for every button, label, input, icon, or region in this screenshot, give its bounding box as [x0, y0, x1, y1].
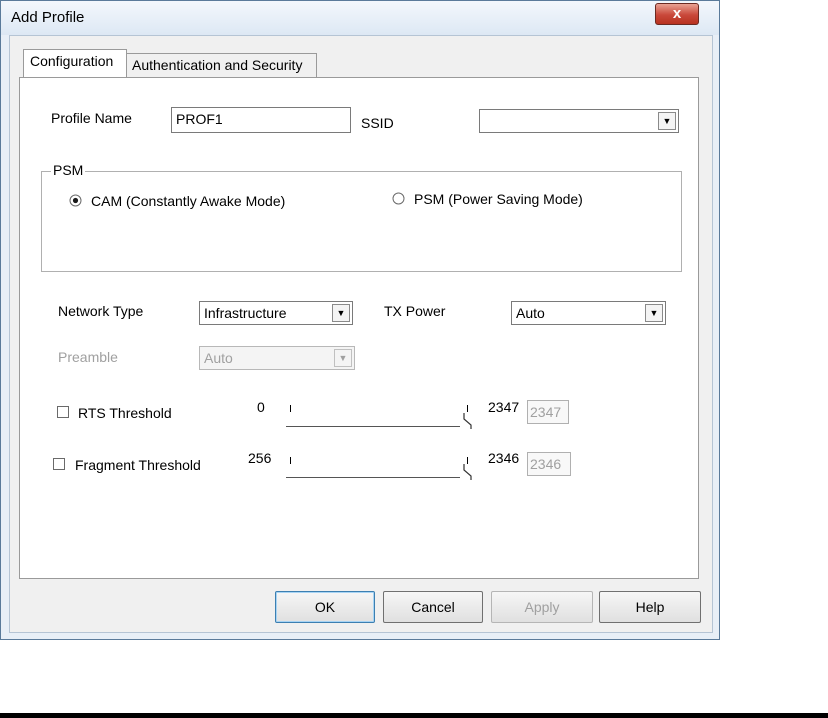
preamble-label: Preamble: [58, 349, 118, 365]
cam-radio-label[interactable]: CAM (Constantly Awake Mode): [91, 193, 285, 209]
psm-radio[interactable]: [392, 192, 405, 205]
fragment-threshold-label[interactable]: Fragment Threshold: [75, 457, 201, 473]
profile-name-input[interactable]: PROF1: [171, 107, 351, 133]
rts-min-label: 0: [257, 399, 265, 415]
network-type-value: Infrastructure: [204, 305, 287, 321]
ssid-combo[interactable]: ▼: [479, 109, 679, 133]
tx-power-value: Auto: [516, 305, 545, 321]
cancel-button[interactable]: Cancel: [383, 591, 483, 623]
rts-max-label: 2347: [488, 399, 520, 415]
network-type-combo[interactable]: Infrastructure ▼: [199, 301, 353, 325]
network-type-label: Network Type: [58, 303, 144, 319]
rts-slider-tick-min: [290, 405, 291, 412]
close-button[interactable]: x: [655, 3, 699, 25]
fragment-slider-thumb[interactable]: [461, 462, 475, 482]
title-bar[interactable]: Add Profile x: [1, 1, 719, 35]
preamble-combo: Auto ▼: [199, 346, 355, 370]
fragment-slider-track[interactable]: [286, 477, 460, 478]
psm-group-label: PSM: [51, 162, 86, 178]
tx-power-combo[interactable]: Auto ▼: [511, 301, 666, 325]
psm-groupbox: [41, 171, 682, 272]
chevron-down-icon[interactable]: ▼: [645, 304, 663, 322]
psm-radio-label[interactable]: PSM (Power Saving Mode): [414, 191, 583, 207]
bottom-rule: [0, 713, 828, 718]
rts-value-field: 2347: [527, 400, 569, 424]
fragment-max-label: 2346: [488, 450, 520, 466]
close-icon: x: [672, 5, 682, 22]
chevron-down-icon[interactable]: ▼: [658, 112, 676, 130]
fragment-slider-tick-min: [290, 457, 291, 464]
fragment-min-label: 256: [248, 450, 272, 466]
fragment-threshold-checkbox[interactable]: [53, 458, 65, 470]
ssid-label: SSID: [361, 115, 394, 131]
fragment-value-field: 2346: [527, 452, 571, 476]
profile-name-label: Profile Name: [51, 110, 132, 126]
tab-configuration[interactable]: Configuration: [23, 49, 127, 77]
tab-authentication-security[interactable]: Authentication and Security: [125, 53, 317, 77]
chevron-down-icon[interactable]: ▼: [332, 304, 350, 322]
configuration-panel: [19, 77, 699, 579]
rts-threshold-label[interactable]: RTS Threshold: [78, 405, 172, 421]
dialog-title: Add Profile: [11, 9, 85, 26]
tx-power-label: TX Power: [384, 303, 446, 319]
rts-threshold-checkbox[interactable]: [57, 406, 69, 418]
apply-button: Apply: [491, 591, 593, 623]
chevron-down-icon: ▼: [334, 349, 352, 367]
help-button[interactable]: Help: [599, 591, 701, 623]
preamble-value: Auto: [204, 350, 233, 366]
rts-slider-track[interactable]: [286, 426, 460, 427]
cam-radio[interactable]: [69, 194, 82, 207]
ok-button[interactable]: OK: [275, 591, 375, 623]
add-profile-dialog: Add Profile x Configuration Authenticati…: [0, 0, 720, 640]
rts-slider-thumb[interactable]: [461, 411, 475, 431]
